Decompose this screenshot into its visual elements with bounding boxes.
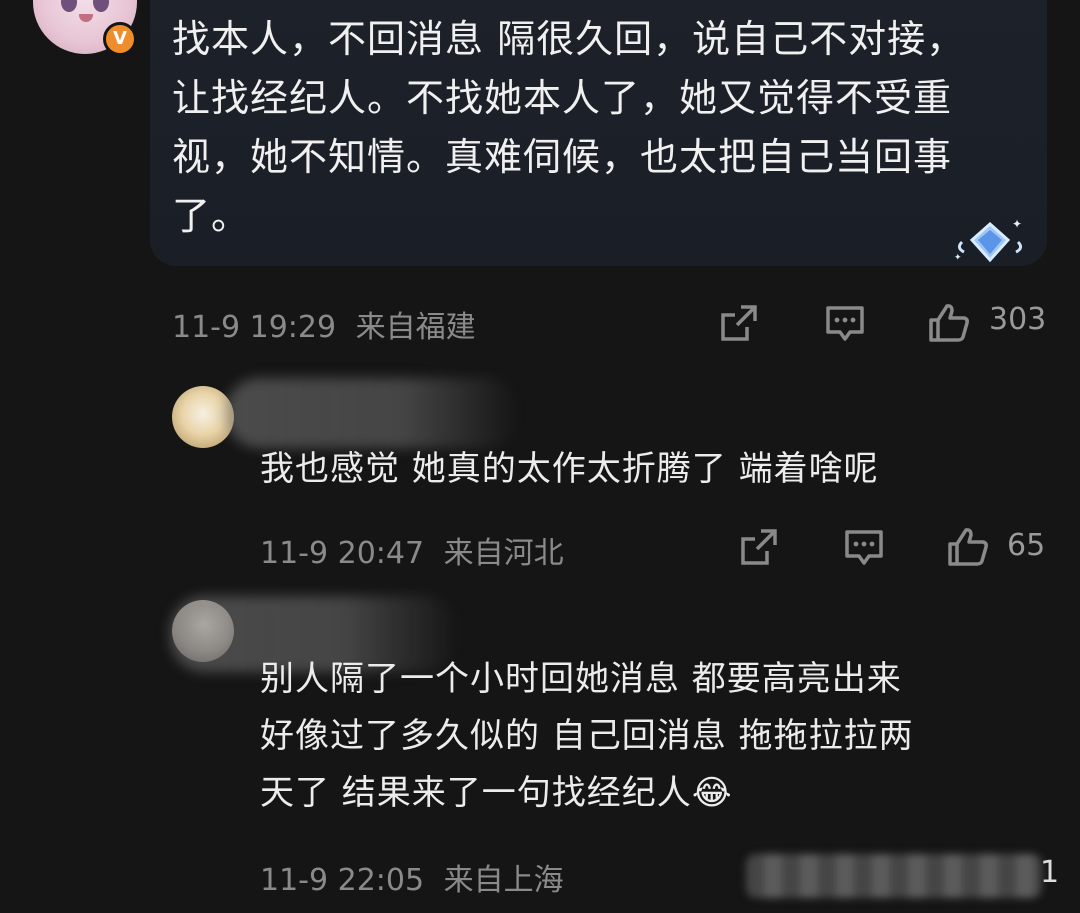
comment-icon[interactable] bbox=[843, 528, 885, 568]
username-redacted bbox=[225, 378, 520, 448]
comment-line: 让找经纪人。不找她本人了，她又觉得不受重 bbox=[172, 76, 953, 120]
reply-location: 来自上海 bbox=[443, 863, 564, 898]
reply-line: 天了 结果来了一句找经纪人😂 bbox=[260, 765, 914, 822]
svg-text:✦: ✦ bbox=[1012, 217, 1022, 231]
like-icon[interactable] bbox=[927, 302, 971, 344]
reply-text: 我也感觉 她真的太作太折腾了 端着啥呢 bbox=[260, 441, 879, 498]
like-count: 1 bbox=[1040, 855, 1060, 890]
reply-text: 别人隔了一个小时回她消息 都要高亮出来 好像过了多久似的 自己回消息 拖拖拉拉两… bbox=[260, 651, 914, 822]
reply-meta: 11-9 20:47 来自河北 bbox=[260, 528, 564, 572]
comment-line: 视，她不知情。真难伺候，也太把自己当回事 bbox=[172, 135, 953, 179]
comment-line: 了。 bbox=[172, 194, 251, 238]
reply-time: 11-9 20:47 bbox=[260, 536, 425, 571]
comment-meta: 11-9 19:29 来自福建 bbox=[172, 302, 476, 346]
reply-time: 11-9 22:05 bbox=[260, 863, 425, 898]
comment-icon[interactable] bbox=[824, 304, 866, 344]
share-icon[interactable] bbox=[719, 303, 759, 343]
reply-line-text: 天了 结果来了一句找经纪人 bbox=[260, 773, 692, 813]
reply-line: 好像过了多久似的 自己回消息 拖拖拉拉两 bbox=[260, 716, 914, 756]
svg-text:✦: ✦ bbox=[954, 253, 962, 263]
like-count: 65 bbox=[1007, 528, 1046, 563]
reply-line: 别人隔了一个小时回她消息 都要高亮出来 bbox=[260, 659, 902, 699]
laughing-crying-emoji: 😂 bbox=[691, 773, 733, 813]
reply-line: 我也感觉 她真的太作太折腾了 端着啥呢 bbox=[260, 449, 879, 489]
reply-meta: 11-9 22:05 来自上海 bbox=[260, 855, 564, 899]
action-bar-redacted bbox=[746, 854, 1042, 898]
verified-badge-icon: V bbox=[103, 22, 137, 56]
comment-time: 11-9 19:29 bbox=[172, 310, 337, 345]
share-icon[interactable] bbox=[739, 527, 779, 567]
comment-line: 找本人，不回消息 隔很久回，说自己不对接， bbox=[172, 17, 966, 61]
like-count: 303 bbox=[989, 302, 1047, 337]
like-icon[interactable] bbox=[946, 526, 990, 568]
comment-location: 来自福建 bbox=[355, 310, 476, 345]
reply-location: 来自河北 bbox=[443, 536, 564, 571]
comment-text: 找本人，不回消息 隔很久回，说自己不对接， 让找经纪人。不找她本人了，她又觉得不… bbox=[172, 10, 1012, 246]
